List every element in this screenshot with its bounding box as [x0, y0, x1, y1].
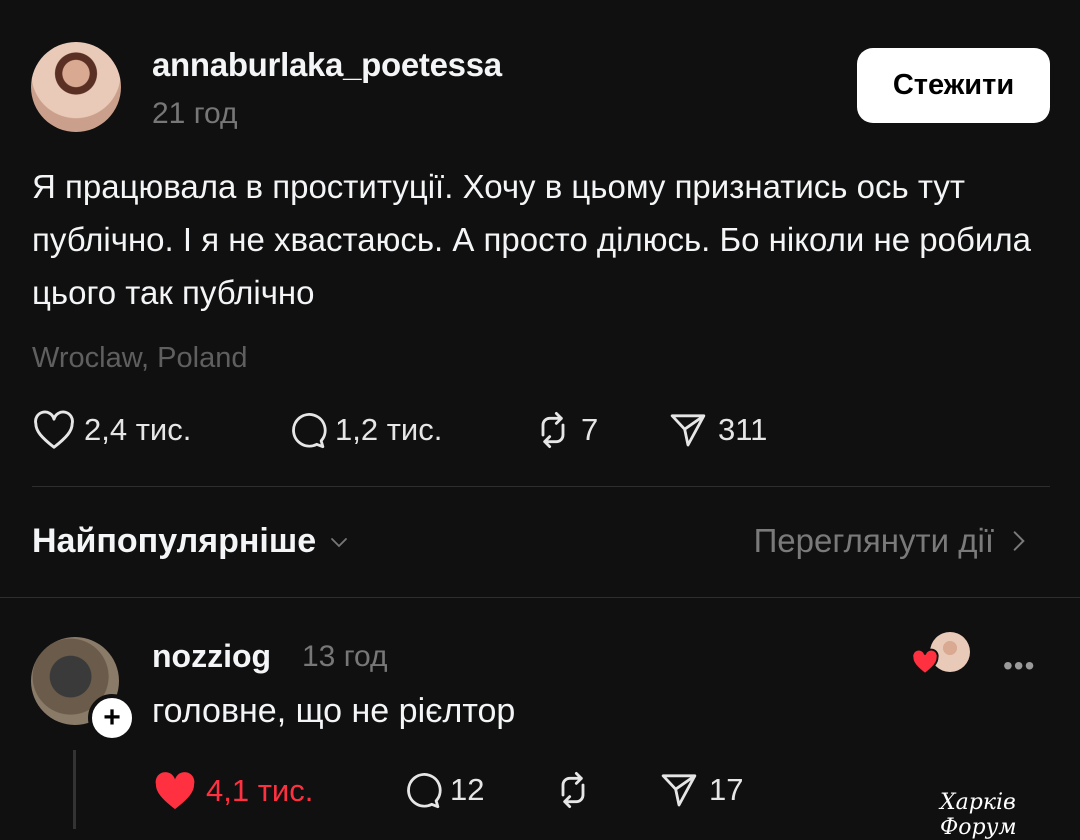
chevron-right-icon: [1013, 531, 1025, 551]
follow-button[interactable]: Стежити: [857, 48, 1050, 123]
like-button[interactable]: 2,4 тис.: [32, 410, 191, 450]
activity-label: Переглянути дії: [753, 522, 994, 559]
post-text: Я працювала в проституції. Хочу в цьому …: [32, 168, 1031, 311]
follow-plus-button[interactable]: +: [88, 694, 136, 742]
comment-share-button[interactable]: 17: [657, 770, 743, 810]
heart-icon: [34, 410, 74, 449]
chevron-down-icon: [331, 537, 348, 547]
comment-repost-button[interactable]: [553, 770, 601, 810]
comment-like-button[interactable]: 4,1 тис.: [152, 770, 313, 812]
post-location[interactable]: Wroclaw, Poland: [32, 342, 247, 375]
post-username[interactable]: annaburlaka_poetessa: [152, 46, 502, 84]
comment-icon: [292, 413, 327, 449]
watermark: Харків Форум: [940, 790, 1017, 840]
repost-button[interactable]: 7: [533, 410, 598, 450]
repost-icon: [561, 771, 585, 809]
comment-username[interactable]: nozziog: [152, 638, 271, 675]
comment-count: 1,2 тис.: [335, 412, 443, 447]
share-button[interactable]: 311: [666, 410, 767, 450]
comment-text: головне, що не рієлтор: [152, 692, 516, 730]
divider: [0, 597, 1080, 598]
author-liked-badge: [910, 632, 970, 678]
share-icon: [661, 774, 697, 807]
divider: [32, 486, 1050, 487]
repost-icon: [541, 411, 565, 449]
comment-icon: [407, 773, 442, 809]
sort-dropdown[interactable]: Найпопулярніше: [32, 522, 354, 561]
repost-count: 7: [581, 412, 599, 447]
view-activity-link[interactable]: Переглянути дії: [754, 522, 1032, 560]
comment-share-count: 17: [709, 772, 744, 807]
share-count: 311: [718, 412, 768, 447]
comment-reply-button[interactable]: 12: [402, 770, 484, 810]
heart-filled-icon: [155, 772, 195, 810]
share-icon: [670, 414, 706, 447]
heart-filled-icon: [911, 648, 939, 676]
thread-line: [73, 750, 76, 829]
like-count: 2,4 тис.: [84, 412, 192, 447]
post-time: 21 год: [152, 97, 238, 130]
comment-button[interactable]: 1,2 тис.: [287, 410, 442, 450]
comment-reply-count: 12: [450, 772, 485, 807]
comment-time: 13 год: [302, 640, 388, 673]
post-author-avatar[interactable]: [31, 42, 121, 132]
sort-label: Найпопулярніше: [32, 522, 317, 560]
more-options-icon[interactable]: •••: [1003, 650, 1035, 682]
comment-like-count: 4,1 тис.: [206, 773, 314, 808]
